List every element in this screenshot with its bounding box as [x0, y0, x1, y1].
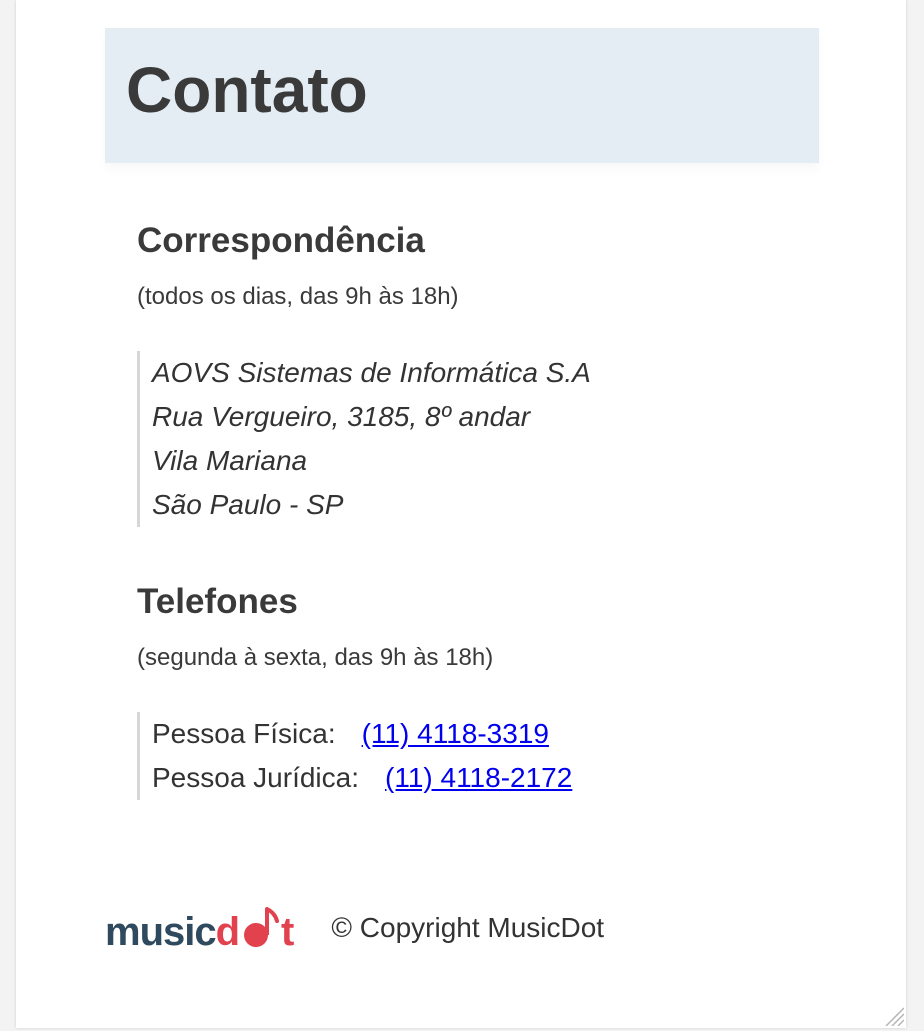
correspondence-title: Correspondência — [137, 221, 425, 260]
musicdot-logo: music d t — [105, 905, 294, 954]
address-line: AOVS Sistemas de Informática S.A — [152, 357, 591, 388]
page-title: Contato — [126, 54, 368, 126]
logo-text-d: d — [215, 909, 240, 954]
page-header: Contato — [105, 28, 819, 163]
logo-text-t: t — [281, 909, 294, 954]
phone-label: Pessoa Física: — [152, 718, 336, 749]
footer: music d t © Copyright MusicDot — [105, 898, 604, 958]
address-line: São Paulo - SP — [152, 489, 344, 520]
resize-grip-icon[interactable] — [882, 1004, 905, 1027]
phone-row: Pessoa Física: (11) 4118-3319 — [152, 712, 572, 756]
phone-label: Pessoa Jurídica: — [152, 762, 359, 793]
copyright-text: © Copyright MusicDot — [331, 912, 605, 943]
logo-text-music: music — [105, 909, 217, 954]
page-container: Contato Correspondência (todos os dias, … — [16, 0, 906, 1028]
phone-link[interactable]: (11) 4118-3319 — [362, 718, 549, 749]
music-note-icon — [239, 906, 281, 947]
phones-title: Telefones — [137, 582, 298, 621]
phones-block: Pessoa Física: (11) 4118-3319 Pessoa Jurí… — [137, 712, 572, 800]
phone-row: Pessoa Jurídica: (11) 4118-2172 — [152, 756, 572, 800]
correspondence-hours: (todos os dias, das 9h às 18h) — [137, 283, 459, 310]
phone-link[interactable]: (11) 4118-2172 — [385, 762, 572, 793]
address-line: Rua Vergueiro, 3185, 8º andar — [152, 401, 531, 432]
phones-hours: (segunda à sexta, das 9h às 18h) — [137, 644, 494, 671]
address-line: Vila Mariana — [152, 445, 308, 476]
address-block: AOVS Sistemas de Informática S.A Rua Ver… — [137, 351, 591, 527]
